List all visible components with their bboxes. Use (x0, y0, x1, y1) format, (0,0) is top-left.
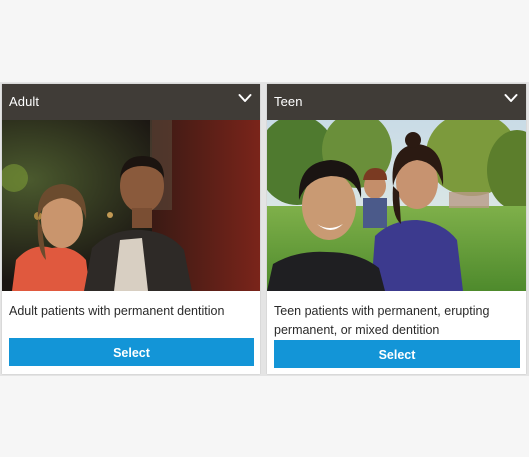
adult-select-button[interactable]: Select (9, 338, 254, 366)
adult-couple-photo (2, 120, 260, 291)
teen-friends-photo (267, 120, 526, 291)
adult-card-description: Adult patients with permanent dentition (9, 304, 225, 318)
teen-card-title: Teen (274, 94, 303, 109)
chevron-down-icon[interactable] (238, 92, 252, 104)
chevron-down-icon[interactable] (504, 92, 518, 104)
teen-card: Teen Teen patients with permanent, erupt… (267, 84, 526, 374)
adult-card-header[interactable]: Adult (2, 84, 260, 120)
adult-card: Adult Adult patients with permanent dent… (2, 84, 260, 374)
teen-select-button[interactable]: Select (274, 340, 520, 368)
teen-card-header[interactable]: Teen (267, 84, 526, 120)
age-group-cards: Adult Adult patients with permanent dent… (0, 82, 529, 376)
teen-card-description: Teen patients with permanent, erupting p… (274, 304, 490, 337)
adult-card-title: Adult (9, 94, 40, 109)
